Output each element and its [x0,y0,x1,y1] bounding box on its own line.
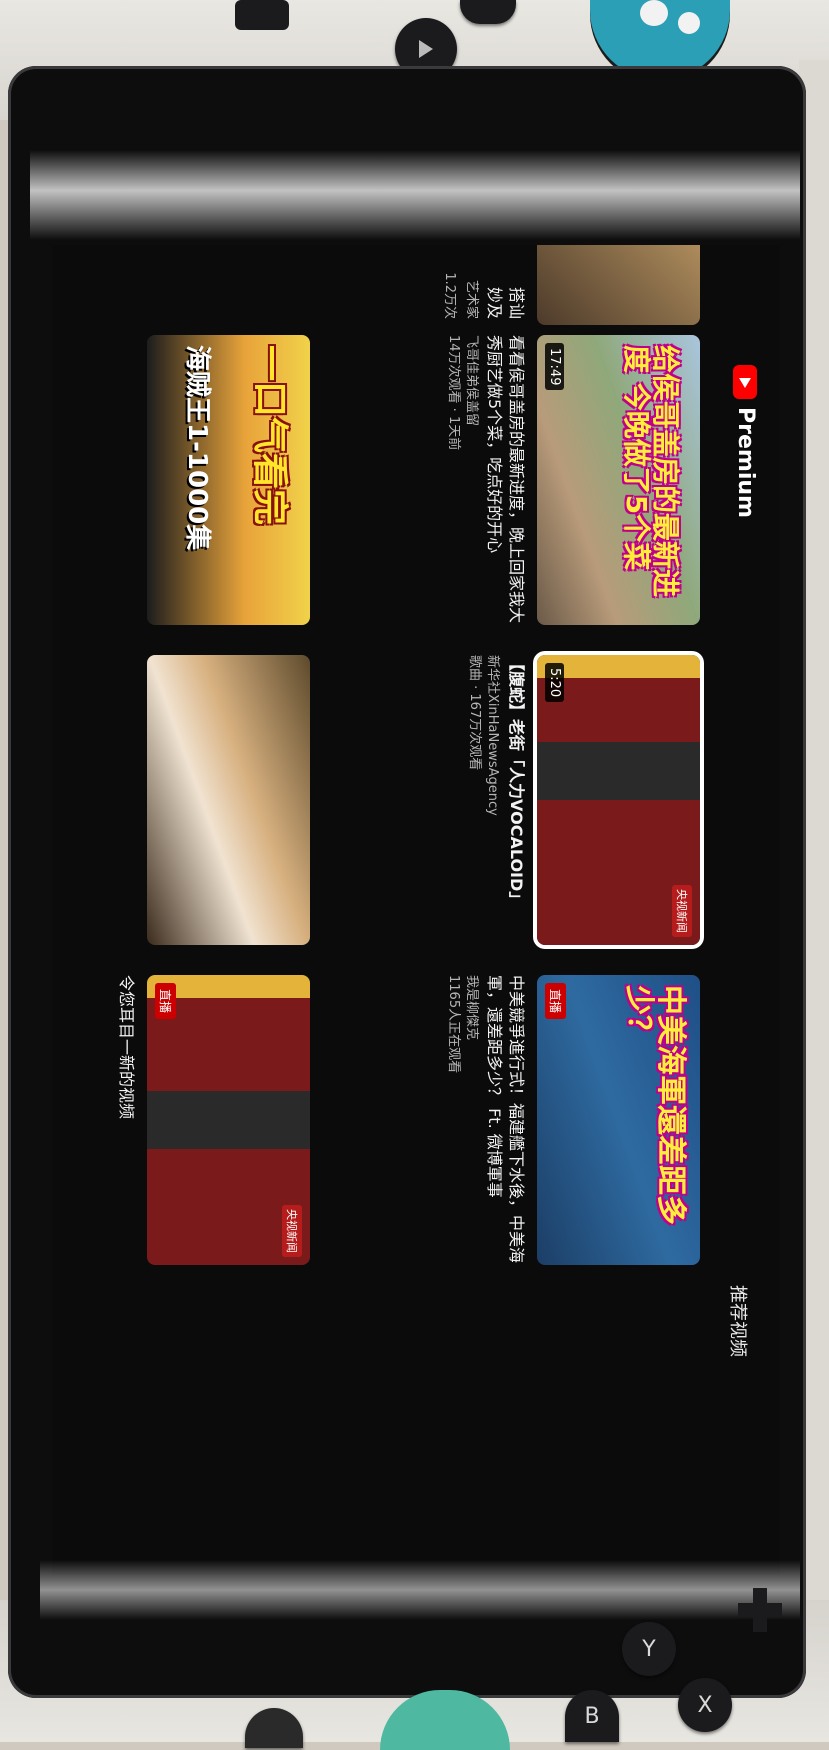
x-button-label: X [697,1692,713,1718]
top-bar: Premium 推荐视频 [700,245,780,1575]
screen: Premium 推荐视频 给侯哥盖房的最新进度 今晚做了5个菜 17:49 看看… [52,245,780,1575]
video-card[interactable]: 中美海軍還差距多少？ 直播 中美競爭進行式！福建艦下水後，中美海軍，還差距多少？… [443,975,700,1265]
video-title: 令您耳目一新的视频 [117,975,136,1120]
video-card-focused[interactable]: 央视新闻 5:20 【腹蛇】老街「人力VOCALOID」 新华社XinHaNew… [465,655,700,945]
video-channel: 艺术家 [463,279,479,319]
channel-badge: 央视新闻 [282,1205,302,1257]
video-thumbnail: 央视新闻 5:20 [537,655,700,945]
video-stats: 歌曲 · 167万次观看 [467,655,483,771]
video-stats: 1165人正在观看 [445,975,461,1074]
video-title: 搭讪 [507,286,526,319]
handheld-console: Premium 推荐视频 给侯哥盖房的最新进度 今晚做了5个菜 17:49 看看… [0,0,829,1750]
thumbnail-overlay-text-2: 海贼王1-1000集 [182,345,212,551]
y-button-label: Y [642,1636,656,1662]
thumbnail-overlay-text: 一口气看完 [249,345,290,526]
video-channel: 我是柳傑克 [463,975,479,1041]
y-button[interactable]: Y [622,1622,676,1676]
video-stats: 14万次观看 · 1天前 [445,335,461,451]
video-thumbnail [147,655,310,945]
video-card-partial[interactable]: 搭讪 妙及 艺术家 1.2万次 [439,245,700,325]
duration-badge: 5:20 [545,663,564,703]
channel-badge: 央视新闻 [672,885,692,937]
video-card[interactable]: 一口气看完 海贼王1-1000集 [147,335,310,625]
screen-glare [40,1560,800,1620]
video-channel: 新华社XinHaNewsAgency [485,655,501,816]
youtube-play-icon [733,365,758,399]
b-button[interactable]: B [565,1690,619,1742]
video-title: 【腹蛇】老街「人力VOCALOID」 [507,655,526,908]
video-card[interactable]: 给侯哥盖房的最新进度 今晚做了5个菜 17:49 看看侯哥盖房的最新进度，晚上回… [443,335,700,625]
video-title-line2: 妙及 [485,286,505,319]
video-channel: 飞哥佳弟侯盖留 [463,335,479,427]
live-badge: 直播 [545,983,566,1020]
video-stats: 1.2万次 [441,272,457,319]
video-title: 看看侯哥盖房的最新进度，晚上回家我大秀厨艺做5个菜，吃点好的开心 [485,335,526,624]
b-button-label: B [584,1703,600,1729]
video-title: 中美競爭進行式！福建艦下水後，中美海軍，還差距多少？ Ft. 微博軍事 [485,975,526,1264]
video-thumbnail: 中美海軍還差距多少？ 直播 [537,975,700,1265]
capture-button[interactable] [235,0,289,30]
video-thumbnail [537,245,700,325]
video-thumbnail: 给侯哥盖房的最新进度 今晚做了5个菜 17:49 [537,335,700,625]
video-thumbnail: 央视新闻 直播 [147,975,310,1265]
x-button[interactable]: X [678,1678,732,1732]
thumbnail-overlay-text: 中美海軍還差距多少？ [621,985,689,1225]
youtube-tv-ui: Premium 推荐视频 给侯哥盖房的最新进度 今晚做了5个菜 17:49 看看… [52,245,780,1575]
thumbnail-overlay-text: 给侯哥盖房的最新进度 今晚做了5个菜 [619,345,682,598]
live-badge: 直播 [155,983,176,1020]
video-card[interactable] [147,655,310,945]
youtube-premium-logo[interactable]: Premium [733,365,758,518]
duration-badge: 17:49 [545,343,564,391]
screen-glare [30,150,800,240]
video-thumbnail: 一口气看完 海贼王1-1000集 [147,335,310,625]
video-card[interactable]: 央视新闻 直播 令您耳目一新的视频 [115,975,310,1265]
dpad[interactable] [738,1588,782,1632]
brand-label: Premium [733,407,758,518]
section-title: 推荐视频 [727,1285,748,1357]
